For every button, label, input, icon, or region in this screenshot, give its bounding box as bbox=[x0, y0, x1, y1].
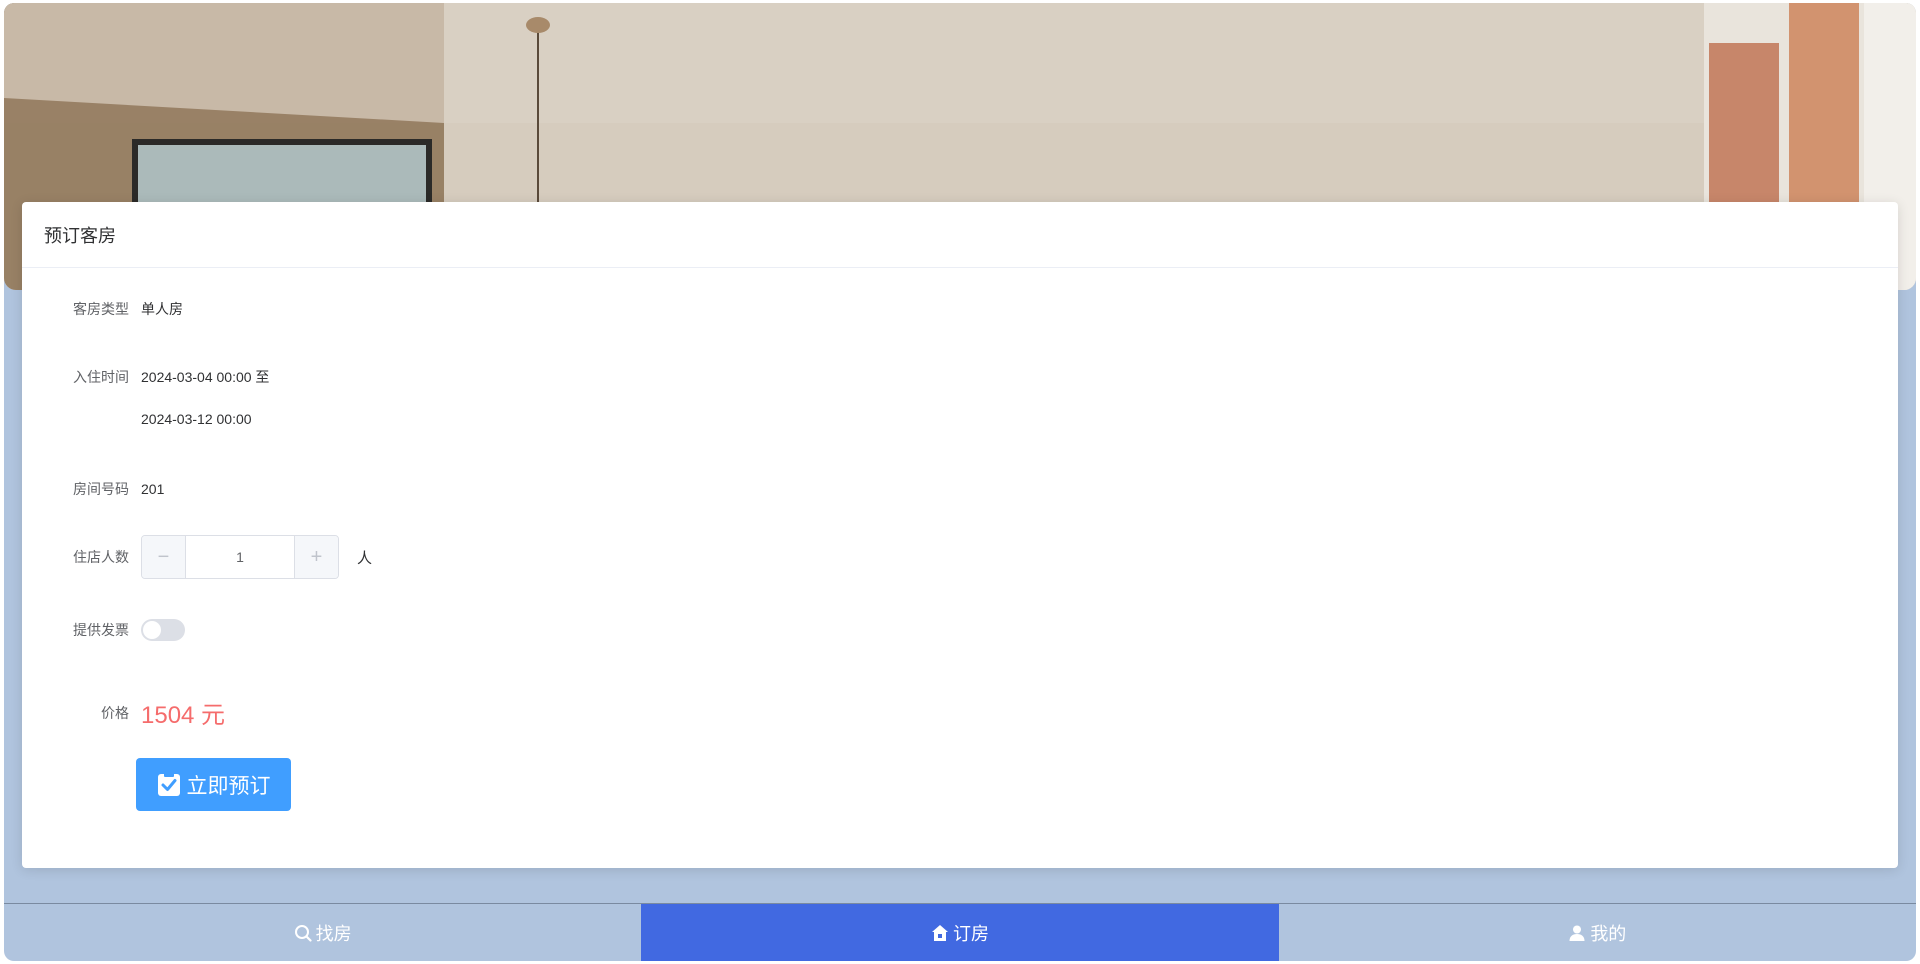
bottom-nav: 找房 订房 我的 bbox=[4, 903, 1916, 961]
booking-card: 预订客房 客房类型 单人房 入住时间 2024-03-04 00:00 至 20… bbox=[22, 202, 1898, 868]
price-row: 价格 1504 元 bbox=[22, 695, 225, 730]
guests-input[interactable]: 1 bbox=[186, 536, 294, 578]
guests-label: 住店人数 bbox=[73, 549, 129, 565]
guests-unit: 人 bbox=[357, 549, 373, 567]
increase-button[interactable]: + bbox=[294, 536, 338, 578]
price-value: 1504 元 bbox=[141, 702, 226, 729]
user-icon bbox=[1569, 925, 1585, 941]
checkin-end-row: 2024-03-12 00:00 bbox=[22, 411, 252, 427]
card-title: 预订客房 bbox=[22, 202, 1898, 268]
guests-stepper: − 1 + bbox=[141, 535, 339, 579]
room-type-label: 客房类型 bbox=[73, 301, 129, 317]
room-number-label: 房间号码 bbox=[73, 481, 129, 497]
guests-row: 住店人数 − 1 + 人 bbox=[22, 535, 372, 579]
search-icon bbox=[294, 924, 312, 942]
decrease-button[interactable]: − bbox=[142, 536, 186, 578]
room-type-row: 客房类型 单人房 bbox=[22, 299, 183, 319]
nav-label-book-room: 订房 bbox=[952, 923, 989, 944]
nav-label-mine: 我的 bbox=[1590, 923, 1627, 944]
checkin-end: 2024-03-12 00:00 bbox=[141, 411, 252, 427]
nav-label-find-room: 找房 bbox=[315, 923, 352, 944]
room-type-value: 单人房 bbox=[141, 301, 183, 317]
nav-item-mine[interactable]: 我的 bbox=[1279, 904, 1916, 961]
home-icon bbox=[931, 924, 948, 941]
invoice-row: 提供发票 bbox=[22, 619, 185, 641]
room-number-value: 201 bbox=[141, 481, 165, 497]
checkin-row: 入住时间 2024-03-04 00:00 至 bbox=[22, 367, 269, 387]
check-clipboard-icon bbox=[157, 772, 180, 796]
price-label: 价格 bbox=[101, 704, 129, 721]
nav-item-find-room[interactable]: 找房 bbox=[4, 904, 641, 961]
nav-item-book-room[interactable]: 订房 bbox=[641, 904, 1279, 961]
checkin-start: 2024-03-04 00:00 至 bbox=[141, 369, 270, 385]
invoice-toggle[interactable] bbox=[141, 619, 185, 641]
toggle-knob bbox=[143, 621, 161, 639]
book-now-label: 立即预订 bbox=[186, 774, 271, 798]
checkin-label: 入住时间 bbox=[73, 369, 129, 385]
invoice-label: 提供发票 bbox=[73, 622, 129, 638]
book-now-button[interactable]: 立即预订 bbox=[136, 758, 291, 811]
app-container: 预订客房 客房类型 单人房 入住时间 2024-03-04 00:00 至 20… bbox=[4, 3, 1916, 961]
room-number-row: 房间号码 201 bbox=[22, 479, 164, 499]
